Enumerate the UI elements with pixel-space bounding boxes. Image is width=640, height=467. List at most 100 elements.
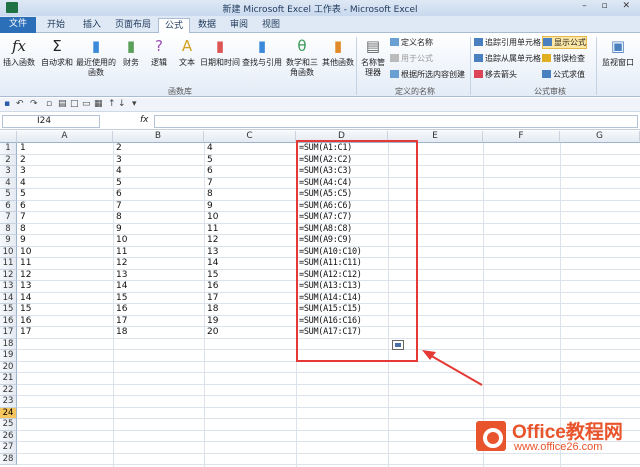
cell-d[interactable] bbox=[296, 408, 388, 419]
cell-c[interactable]: 20 bbox=[204, 327, 296, 338]
cell-a[interactable] bbox=[17, 339, 113, 350]
cell-b[interactable]: 18 bbox=[113, 327, 204, 338]
print-icon[interactable]: ▤ bbox=[58, 99, 67, 109]
cell-a[interactable]: 14 bbox=[17, 293, 113, 304]
cell-c[interactable]: 8 bbox=[204, 189, 296, 200]
cell-c[interactable] bbox=[204, 454, 296, 465]
remove-arrows-button[interactable]: 移去箭头 bbox=[474, 69, 517, 80]
row-header[interactable]: 2 bbox=[0, 154, 17, 166]
redo-icon[interactable]: ↷ bbox=[30, 99, 38, 109]
column-header-c[interactable]: C bbox=[204, 131, 296, 143]
cell-b[interactable]: 8 bbox=[113, 212, 204, 223]
define-name-button[interactable]: 定义名称 bbox=[390, 37, 433, 48]
cell-b[interactable] bbox=[113, 442, 204, 453]
cell-a[interactable]: 11 bbox=[17, 258, 113, 269]
row-header[interactable]: 28 bbox=[0, 453, 17, 465]
cell-a[interactable]: 12 bbox=[17, 270, 113, 281]
cell-b[interactable] bbox=[113, 396, 204, 407]
cell-c[interactable]: 13 bbox=[204, 247, 296, 258]
cell-b[interactable]: 13 bbox=[113, 270, 204, 281]
cell-a[interactable]: 15 bbox=[17, 304, 113, 315]
cell-b[interactable]: 2 bbox=[113, 143, 204, 154]
trace-dependents-button[interactable]: 追踪从属单元格 bbox=[474, 53, 541, 64]
cell-d[interactable] bbox=[296, 362, 388, 373]
cell-b[interactable]: 14 bbox=[113, 281, 204, 292]
cell-d[interactable] bbox=[296, 396, 388, 407]
cell-c[interactable]: 7 bbox=[204, 178, 296, 189]
row-header[interactable]: 16 bbox=[0, 315, 17, 327]
cell-c[interactable]: 5 bbox=[204, 155, 296, 166]
column-header-b[interactable]: B bbox=[113, 131, 204, 143]
formula-input[interactable] bbox=[154, 115, 638, 128]
customize-qat-icon[interactable]: ▾ bbox=[132, 99, 137, 109]
tab-file[interactable]: 文件 bbox=[0, 17, 36, 33]
cell-a[interactable] bbox=[17, 419, 113, 430]
tab-view[interactable]: 视图 bbox=[256, 18, 286, 33]
cell-c[interactable] bbox=[204, 362, 296, 373]
row-header[interactable]: 13 bbox=[0, 281, 17, 293]
datetime-button[interactable]: ▮ 日期和时间 bbox=[200, 35, 240, 68]
cell-b[interactable] bbox=[113, 339, 204, 350]
evaluate-formula-button[interactable]: 公式求值 bbox=[542, 69, 585, 80]
show-formulas-button[interactable]: 显示公式 bbox=[542, 36, 587, 49]
math-button[interactable]: θ 数学和三角函数 bbox=[284, 35, 320, 78]
cell-c[interactable]: 9 bbox=[204, 201, 296, 212]
row-header[interactable]: 19 bbox=[0, 350, 17, 362]
cell-c[interactable]: 17 bbox=[204, 293, 296, 304]
cell-c[interactable] bbox=[204, 408, 296, 419]
lookup-button[interactable]: ▮ 查找与引用 bbox=[242, 35, 282, 68]
column-header-a[interactable]: A bbox=[17, 131, 113, 143]
cell-b[interactable]: 3 bbox=[113, 155, 204, 166]
row-header[interactable]: 27 bbox=[0, 442, 17, 454]
column-header-g[interactable]: G bbox=[560, 131, 640, 143]
cell-a[interactable]: 5 bbox=[17, 189, 113, 200]
cell-b[interactable]: 16 bbox=[113, 304, 204, 315]
row-header[interactable]: 9 bbox=[0, 235, 17, 247]
cell-a[interactable] bbox=[17, 362, 113, 373]
error-checking-button[interactable]: 错误检查 bbox=[542, 53, 585, 64]
cell-b[interactable]: 17 bbox=[113, 316, 204, 327]
create-from-selection-button[interactable]: 根据所选内容创建 bbox=[390, 69, 465, 80]
cell-b[interactable] bbox=[113, 408, 204, 419]
cell-c[interactable]: 4 bbox=[204, 143, 296, 154]
cell-b[interactable]: 5 bbox=[113, 178, 204, 189]
cell-b[interactable]: 9 bbox=[113, 224, 204, 235]
cell-a[interactable] bbox=[17, 385, 113, 396]
cell-a[interactable]: 7 bbox=[17, 212, 113, 223]
cell-c[interactable] bbox=[204, 385, 296, 396]
cell-a[interactable]: 13 bbox=[17, 281, 113, 292]
cell-a[interactable]: 17 bbox=[17, 327, 113, 338]
cell-b[interactable]: 4 bbox=[113, 166, 204, 177]
cell-d[interactable] bbox=[296, 442, 388, 453]
cell-c[interactable] bbox=[204, 350, 296, 361]
window-controls[interactable]: – ▫ ✕ bbox=[582, 1, 636, 11]
row-header[interactable]: 6 bbox=[0, 200, 17, 212]
cell-b[interactable] bbox=[113, 385, 204, 396]
row-header[interactable]: 22 bbox=[0, 384, 17, 396]
cell-d[interactable] bbox=[296, 385, 388, 396]
row-header[interactable]: 15 bbox=[0, 304, 17, 316]
row-header[interactable]: 12 bbox=[0, 269, 17, 281]
cell-b[interactable] bbox=[113, 431, 204, 442]
cell-a[interactable]: 10 bbox=[17, 247, 113, 258]
cell-b[interactable]: 12 bbox=[113, 258, 204, 269]
cell-d[interactable] bbox=[296, 454, 388, 465]
cell-d[interactable] bbox=[296, 373, 388, 384]
insert-function-button[interactable]: fx 插入函数 bbox=[2, 35, 36, 68]
row-header[interactable]: 24 bbox=[0, 407, 17, 419]
cell-b[interactable] bbox=[113, 454, 204, 465]
cell-b[interactable] bbox=[113, 350, 204, 361]
column-header-f[interactable]: F bbox=[483, 131, 560, 143]
cell-c[interactable] bbox=[204, 419, 296, 430]
fx-icon[interactable]: fx bbox=[140, 115, 149, 125]
cell-b[interactable] bbox=[113, 419, 204, 430]
recent-functions-button[interactable]: ▮ 最近使用的函数 bbox=[76, 35, 116, 78]
cell-b[interactable]: 7 bbox=[113, 201, 204, 212]
row-header[interactable]: 18 bbox=[0, 338, 17, 350]
cell-a[interactable] bbox=[17, 431, 113, 442]
cell-b[interactable]: 10 bbox=[113, 235, 204, 246]
name-manager-button[interactable]: ▤ 名称管理器 bbox=[358, 35, 388, 78]
cell-a[interactable]: 2 bbox=[17, 155, 113, 166]
row-header[interactable]: 20 bbox=[0, 361, 17, 373]
row-header[interactable]: 21 bbox=[0, 373, 17, 385]
